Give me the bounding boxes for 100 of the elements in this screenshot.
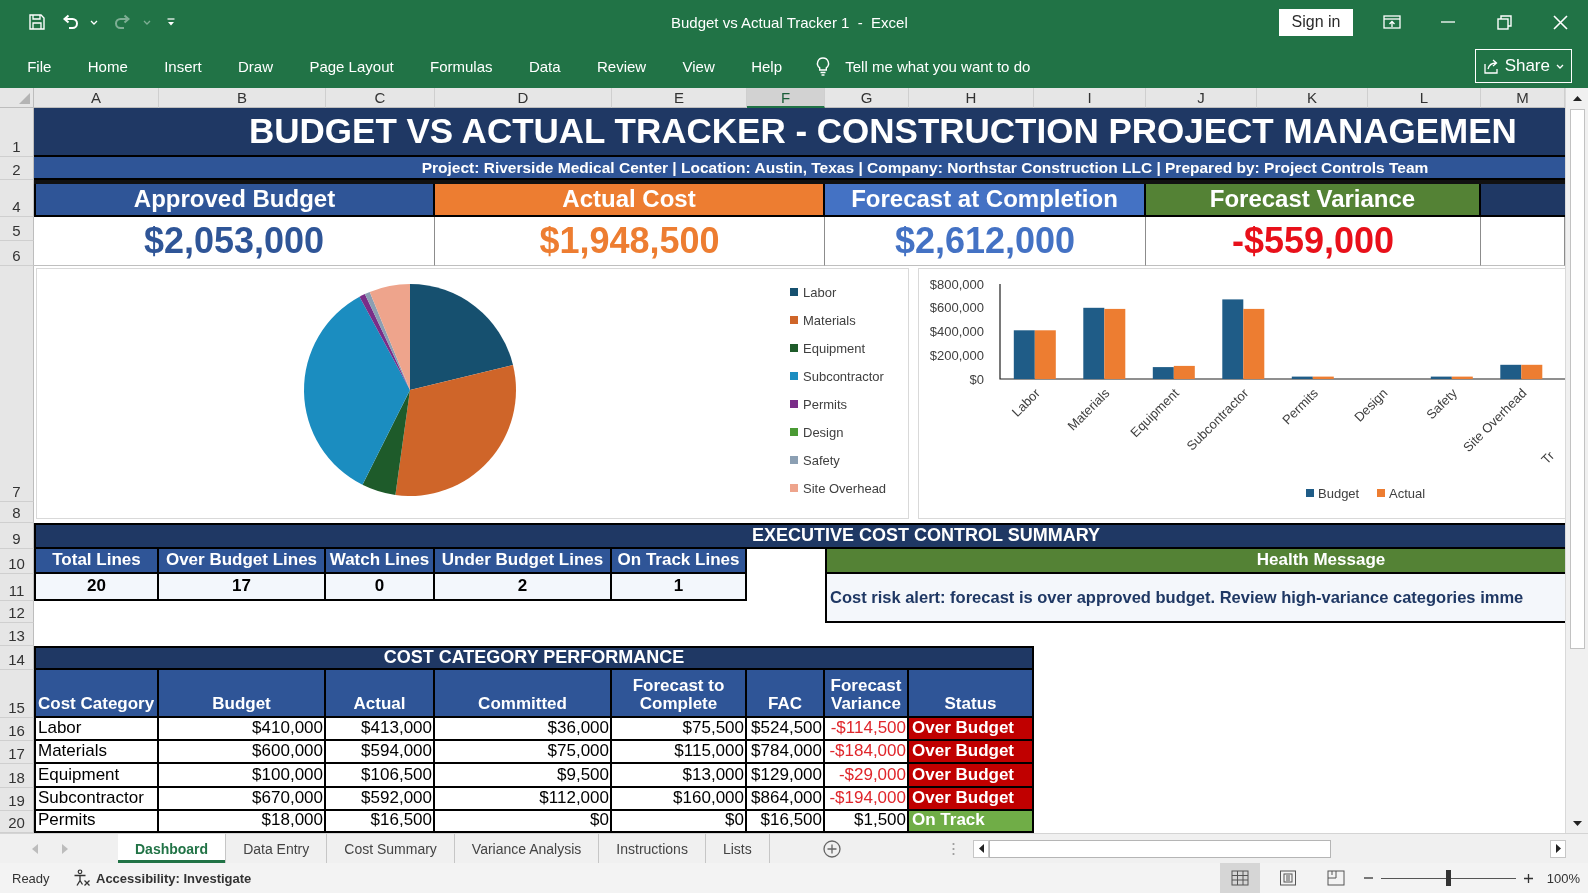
section-title-bar: COST CATEGORY PERFORMANCE xyxy=(34,646,1034,670)
column-letter-header[interactable]: F xyxy=(747,88,825,108)
column-letter-header[interactable]: J xyxy=(1146,88,1257,108)
column-letter-header[interactable]: D xyxy=(435,88,612,108)
chart-bar xyxy=(1521,364,1543,380)
legend-label: Permits xyxy=(803,396,848,412)
row-number-header[interactable]: 7 xyxy=(0,266,34,502)
table-header-cell: Forecast to Complete xyxy=(612,670,747,718)
row-number-header[interactable]: 5 xyxy=(0,217,34,241)
legend-swatch-icon xyxy=(790,428,798,436)
ribbon-tab[interactable]: Review xyxy=(578,50,665,82)
ribbon-tab[interactable]: Draw xyxy=(219,50,292,82)
scroll-up-icon[interactable] xyxy=(1572,95,1582,101)
lightbulb-icon[interactable] xyxy=(815,56,832,76)
row-number-header[interactable]: 1 xyxy=(0,108,34,157)
row-number-header[interactable]: 12 xyxy=(0,601,34,623)
add-sheet-icon[interactable] xyxy=(823,839,841,858)
scrollbar-thumb[interactable] xyxy=(989,839,1331,858)
status-cell: Over Budget xyxy=(909,741,1034,764)
accessibility-icon[interactable] xyxy=(73,869,91,887)
ribbon-tab[interactable]: Help xyxy=(733,50,801,82)
legend-label: Site Overhead xyxy=(803,480,887,496)
axis-tick-label: $200,000 xyxy=(929,347,984,363)
row-number-header[interactable]: 13 xyxy=(0,623,34,646)
caret-icon[interactable] xyxy=(1556,63,1564,69)
row-number-header[interactable]: 11 xyxy=(0,574,34,601)
ribbon-tab[interactable]: View xyxy=(664,50,733,82)
caret-icon[interactable] xyxy=(90,19,98,25)
ribbon-display-icon[interactable] xyxy=(1383,15,1401,29)
row-number-header[interactable]: 6 xyxy=(0,241,34,266)
restore-icon[interactable] xyxy=(1496,14,1512,30)
column-letter-header[interactable]: G xyxy=(825,88,909,108)
table-cell: Equipment xyxy=(34,764,159,788)
row-number-header[interactable]: 10 xyxy=(0,549,34,574)
row-number-header[interactable]: 17 xyxy=(0,741,34,764)
ribbon-tab[interactable]: Page Layout xyxy=(291,50,412,82)
window-title: Budget vs Actual Tracker 1 - Excel xyxy=(671,13,908,31)
status-cell: Over Budget xyxy=(909,718,1034,741)
table-cell: Subcontractor xyxy=(34,788,159,811)
table-cell: $115,000 xyxy=(612,741,747,764)
column-letter-header[interactable]: C xyxy=(326,88,435,108)
row-number-header[interactable]: 8 xyxy=(0,502,34,523)
summary-value-cell: 0 xyxy=(326,574,435,601)
save-icon[interactable] xyxy=(29,14,45,30)
share-button[interactable]: Share xyxy=(1474,49,1572,83)
ribbon-tab[interactable]: Insert xyxy=(145,50,220,82)
close-icon[interactable] xyxy=(1552,14,1568,30)
page-layout-view-icon[interactable] xyxy=(1278,870,1297,886)
share-icon[interactable] xyxy=(1482,58,1499,74)
ribbon-tab[interactable]: Data xyxy=(510,50,579,82)
row-number-header[interactable]: 4 xyxy=(0,184,34,217)
column-letter-header[interactable]: K xyxy=(1257,88,1368,108)
ribbon-tab[interactable]: File xyxy=(9,50,70,82)
row-number-header[interactable]: 18 xyxy=(0,764,34,788)
sheet-tab[interactable]: Dashboard xyxy=(118,834,227,863)
column-letter-header[interactable]: M xyxy=(1481,88,1565,108)
column-letter-header[interactable]: E xyxy=(612,88,747,108)
zoom-slider-thumb[interactable] xyxy=(1445,869,1451,886)
chart-bar xyxy=(1173,365,1195,379)
sign-in-button[interactable]: Sign in xyxy=(1279,8,1353,36)
ribbon-tab[interactable]: Formulas xyxy=(411,50,511,82)
row-number-header[interactable]: 9 xyxy=(0,523,34,549)
row-number-header[interactable]: 20 xyxy=(0,811,34,833)
table-cell: Materials xyxy=(34,741,159,764)
table-cell: $592,000 xyxy=(326,788,435,811)
column-letter-header[interactable]: B xyxy=(159,88,326,108)
axis-tick-label: $0 xyxy=(969,371,984,387)
legend-label: Actual xyxy=(1389,485,1426,501)
column-letter-header[interactable]: H xyxy=(909,88,1034,108)
column-letter-header[interactable]: I xyxy=(1034,88,1146,108)
row-number-header[interactable]: 14 xyxy=(0,646,34,670)
legend-label: Labor xyxy=(803,284,837,300)
accessibility-status[interactable]: Accessibility: Investigate xyxy=(96,870,252,886)
horizontal-scrollbar[interactable] xyxy=(973,839,1566,858)
table-cell: $112,000 xyxy=(435,788,612,811)
table-cell: $670,000 xyxy=(159,788,326,811)
zoom-percentage[interactable]: 100% xyxy=(1546,870,1580,886)
vertical-scrollbar[interactable] xyxy=(1565,88,1588,833)
page-break-view-icon[interactable] xyxy=(1326,870,1345,886)
normal-view-icon[interactable] xyxy=(1230,870,1249,886)
row-number-header[interactable]: 16 xyxy=(0,718,34,741)
scrollbar-thumb[interactable] xyxy=(1569,109,1585,649)
customize-toolbar-icon[interactable] xyxy=(167,17,175,27)
row-number-header[interactable]: 2 xyxy=(0,157,34,180)
scroll-down-icon[interactable] xyxy=(1572,820,1582,826)
row-number-header[interactable]: 15 xyxy=(0,670,34,718)
column-letter-header[interactable]: A xyxy=(34,88,159,108)
column-letter-header[interactable]: L xyxy=(1368,88,1481,108)
legend-label: Materials xyxy=(803,312,856,328)
view-button[interactable] xyxy=(1219,863,1260,893)
scroll-left-icon[interactable] xyxy=(978,844,984,853)
undo-icon[interactable] xyxy=(61,14,79,30)
ribbon-tab[interactable]: Home xyxy=(69,50,146,82)
scroll-right-icon[interactable] xyxy=(1555,844,1561,853)
tell-me-search[interactable]: Tell me what you want to do xyxy=(845,57,1031,75)
table-cell: $75,500 xyxy=(612,718,747,741)
row-number-header[interactable]: 19 xyxy=(0,788,34,811)
table-header-cell: Actual xyxy=(326,670,435,718)
zoom-in-icon[interactable] xyxy=(1523,873,1533,883)
table-cell: $75,000 xyxy=(435,741,612,764)
